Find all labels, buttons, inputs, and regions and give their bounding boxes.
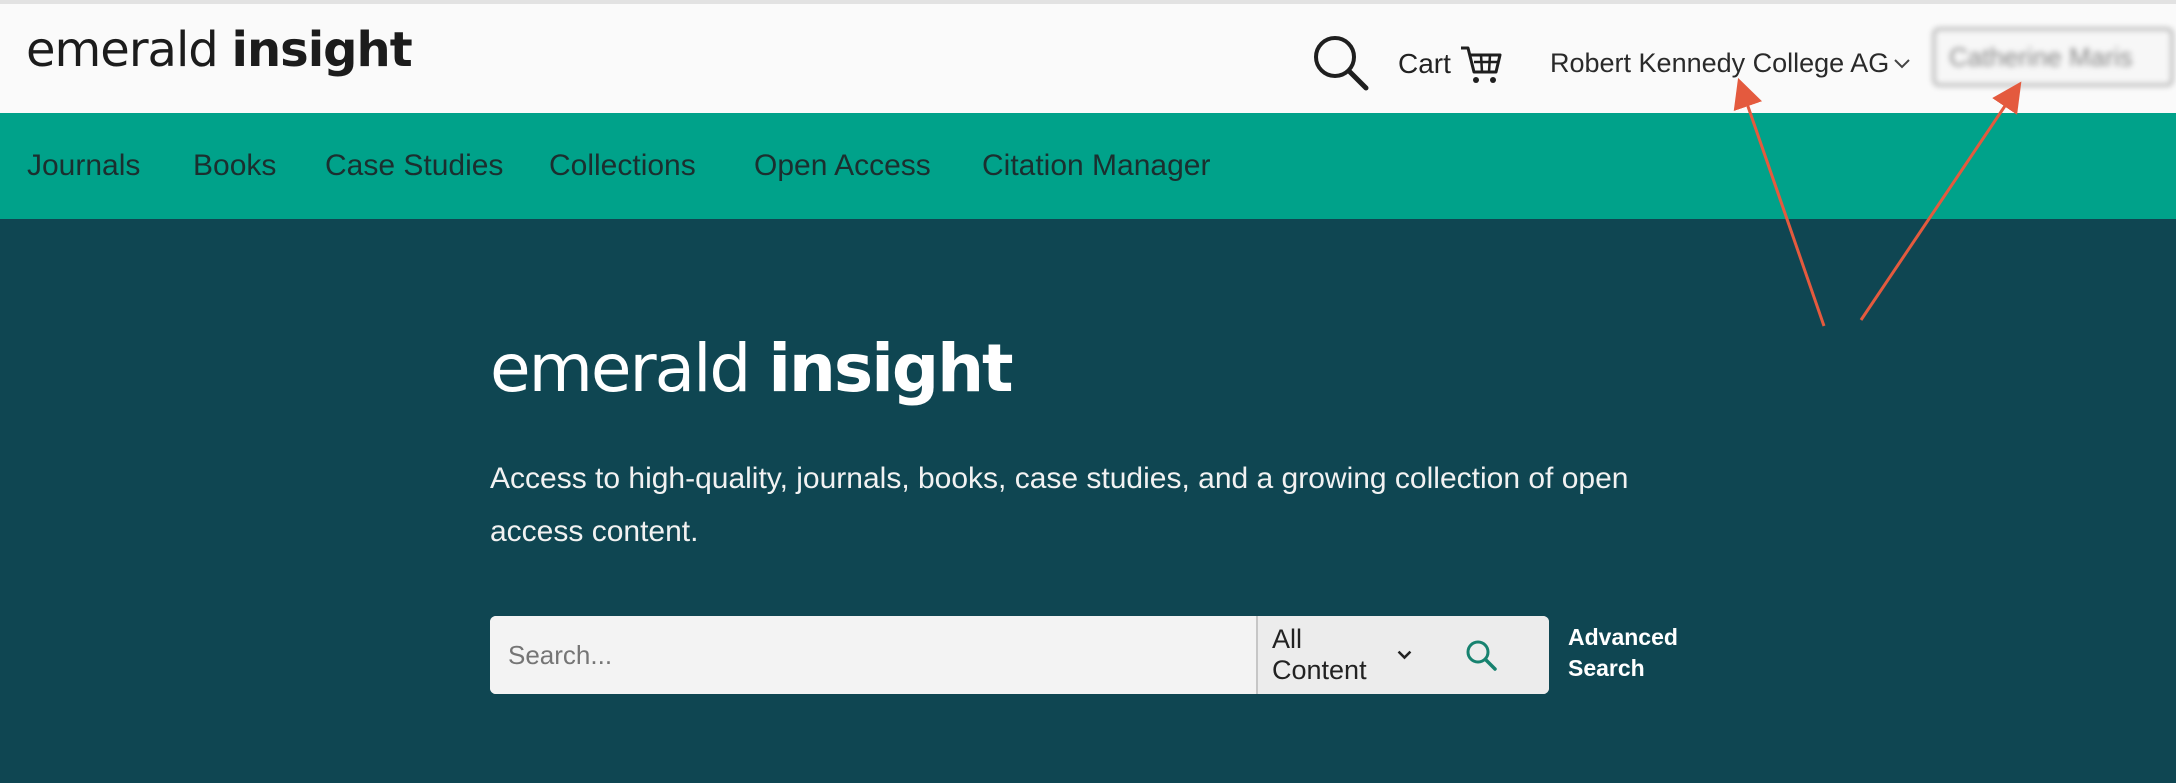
nav-item-books[interactable]: Books: [193, 149, 276, 183]
search-icon: [1466, 640, 1497, 671]
main-nav: Journals Books Case Studies Collections …: [0, 113, 2176, 219]
logo-word-insight: insight: [231, 22, 413, 78]
top-header: emerald insight Cart Robert Kennedy Coll…: [0, 0, 2176, 113]
content-filter-select[interactable]: All Content: [1258, 616, 1413, 694]
advanced-search-line2: Search: [1568, 655, 1645, 681]
hero-logo-word-insight: insight: [768, 330, 1013, 407]
hero-tagline: Access to high-quality, journals, books,…: [490, 462, 1629, 548]
advanced-search-link[interactable]: Advanced Search: [1568, 622, 1688, 684]
nav-item-citation-manager[interactable]: Citation Manager: [982, 149, 1210, 183]
user-name: Catherine Maris: [1949, 41, 2133, 72]
user-account-menu[interactable]: Catherine Maris: [1933, 28, 2173, 86]
cart-icon: [1460, 46, 1502, 83]
nav-item-journals[interactable]: Journals: [27, 149, 140, 183]
logo-word-emerald: emerald: [26, 22, 219, 78]
content-filter-value: All Content: [1272, 624, 1367, 685]
nav-item-open-access[interactable]: Open Access: [754, 149, 931, 183]
site-logo[interactable]: emerald insight: [26, 18, 413, 79]
chevron-down-icon: [1894, 58, 1910, 68]
search-bar: All Content: [490, 616, 1549, 694]
hero-logo-word-emerald: emerald: [490, 330, 751, 407]
search-submit-button[interactable]: [1413, 616, 1549, 694]
cart-button[interactable]: Cart: [1398, 42, 1503, 86]
cart-label: Cart: [1398, 48, 1451, 79]
search-icon[interactable]: [1310, 32, 1372, 94]
hero-logo: emerald insight: [490, 330, 1014, 407]
nav-item-case-studies[interactable]: Case Studies: [325, 149, 503, 183]
chevron-down-icon: [1397, 650, 1412, 660]
advanced-search-line1: Advanced: [1568, 624, 1678, 650]
search-input[interactable]: [490, 616, 1256, 694]
institution-menu[interactable]: Robert Kennedy College AG: [1550, 48, 1911, 79]
nav-item-collections[interactable]: Collections: [549, 149, 696, 183]
institution-name: Robert Kennedy College AG: [1550, 48, 1890, 78]
